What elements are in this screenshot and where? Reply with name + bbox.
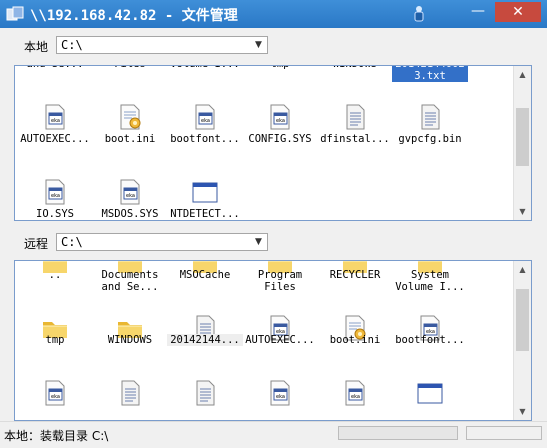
text-file-icon (191, 379, 219, 407)
remote-scrollbar[interactable]: ▲ ▼ (513, 261, 531, 420)
close-button[interactable]: ✕ (495, 2, 541, 22)
status-bar: 本地：装载目录 C:\ (0, 421, 547, 448)
chevron-down-icon[interactable]: ▼ (250, 234, 267, 250)
scroll-down-icon[interactable]: ▼ (514, 203, 531, 220)
remote-file-name: RECYCLER (329, 269, 381, 281)
local-file-name: AUTOEXEC... (20, 133, 90, 145)
local-file-name: gvpcfg.bin (398, 133, 462, 145)
remote-file-name: WINDOWS (107, 334, 153, 346)
svg-text:eka: eka (126, 193, 135, 199)
system-file-icon: eka (41, 103, 69, 131)
window-file-icon (191, 178, 219, 206)
local-file-name: NTDETECT... (170, 208, 240, 220)
local-file-name: boot.ini (104, 133, 156, 145)
local-file-name: CONFIG.SYS (248, 133, 312, 145)
svg-text:eka: eka (51, 118, 60, 124)
system-file-icon: eka (266, 103, 294, 131)
text-file-icon (416, 103, 444, 131)
text-file-icon (341, 103, 369, 131)
local-file-name: dfinstal... (320, 133, 390, 145)
local-path-dropdown[interactable]: C:\ ▼ (56, 36, 268, 54)
chevron-down-icon[interactable]: ▼ (250, 37, 267, 53)
local-path-value: C:\ (61, 38, 83, 52)
local-scroll-thumb[interactable] (516, 108, 529, 166)
local-file-name: bootfont... (170, 133, 240, 145)
config-file-icon (116, 103, 144, 131)
svg-text:eka: eka (201, 118, 210, 124)
remote-file-name: Program Files (257, 269, 303, 293)
progress-bar (338, 426, 458, 440)
pin-icon[interactable] (410, 4, 428, 24)
local-file-name: Volume I... (167, 66, 243, 70)
remote-file-name: .. (48, 269, 62, 281)
remote-path-value: C:\ (61, 235, 83, 249)
svg-text:eka: eka (51, 394, 60, 400)
system-file-icon: eka (341, 379, 369, 407)
system-file-icon: eka (41, 379, 69, 407)
remote-file-name: boot.ini (329, 334, 381, 346)
svg-text:eka: eka (276, 118, 285, 124)
local-label: 本地 (24, 40, 49, 54)
scroll-up-icon[interactable]: ▲ (514, 66, 531, 83)
local-file-name: tmp (242, 66, 318, 70)
system-file-icon: eka (191, 103, 219, 131)
local-file-name: and Se... (17, 66, 93, 70)
status-pane (466, 426, 542, 440)
app-icon (6, 6, 24, 21)
remote-file-name: 20142144... (167, 334, 243, 346)
window-title: \\192.168.42.82 - 文件管理 (30, 8, 238, 24)
minimize-button[interactable]: — (465, 3, 491, 21)
title-bar[interactable]: \\192.168.42.82 - 文件管理 — ✕ (0, 0, 547, 28)
remote-scroll-thumb[interactable] (516, 289, 529, 351)
remote-file-name: MSOCache (179, 269, 231, 281)
local-file-name: Files (92, 66, 168, 70)
remote-label: 远程 (24, 237, 49, 251)
svg-text:eka: eka (51, 193, 60, 199)
remote-file-name: AUTOEXEC... (245, 334, 315, 346)
remote-file-name: Documents and Se... (101, 269, 159, 293)
svg-text:eka: eka (351, 394, 360, 400)
system-file-icon: eka (41, 178, 69, 206)
local-scrollbar[interactable]: ▲ ▼ (513, 66, 531, 220)
window-file-icon (416, 379, 444, 407)
system-file-icon: eka (116, 178, 144, 206)
text-file-icon (116, 379, 144, 407)
status-text: 本地：装载目录 C:\ (4, 429, 109, 443)
local-file-name: WINDOWS (317, 66, 393, 70)
local-file-name: IO.SYS (36, 208, 74, 220)
remote-path-dropdown[interactable]: C:\ ▼ (56, 233, 268, 251)
remote-file-name: bootfont... (395, 334, 465, 346)
local-file-name: MSDOS.SYS (101, 208, 159, 220)
local-file-name: 20142144002 3.txt (392, 66, 468, 82)
svg-text:eka: eka (276, 394, 285, 400)
scroll-down-icon[interactable]: ▼ (514, 403, 531, 420)
scroll-up-icon[interactable]: ▲ (514, 261, 531, 278)
system-file-icon: eka (266, 379, 294, 407)
remote-file-list[interactable]: eka eka eka eka bootfont... boot.ini eka AUTOEX… (14, 260, 532, 421)
local-file-list[interactable]: NTDETECT... eka MSDOS.SYS eka IO.SYS gvpcfg.b… (14, 65, 532, 221)
remote-file-name: System Volume I... (395, 269, 465, 293)
remote-file-name: tmp (45, 334, 65, 346)
